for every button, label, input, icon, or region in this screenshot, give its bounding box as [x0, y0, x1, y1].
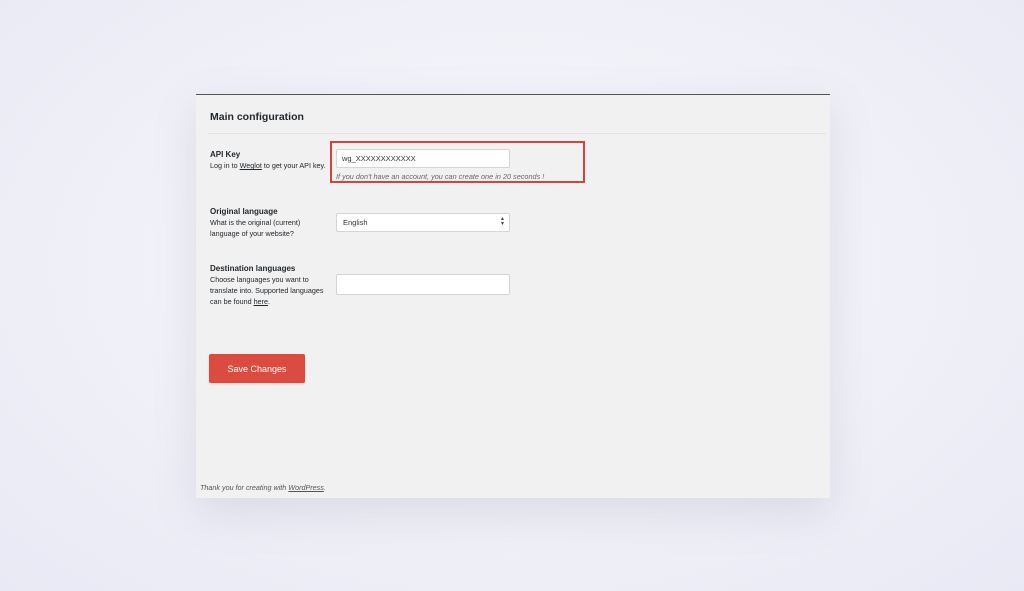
api-key-desc-before: Log in to — [210, 161, 240, 170]
section-title: Main configuration — [210, 111, 304, 123]
destination-languages-label-block: Destination languages Choose languages y… — [210, 263, 330, 307]
destination-languages-input[interactable] — [336, 274, 510, 295]
destination-languages-desc-after: . — [267, 297, 270, 306]
api-key-input[interactable] — [336, 149, 510, 168]
footer-text-after: . — [323, 483, 326, 492]
settings-panel: Main configuration API Key Log in to Weg… — [196, 94, 830, 498]
api-key-desc-after: to get your API key. — [261, 161, 326, 170]
destination-languages-label: Destination languages — [210, 264, 296, 273]
admin-footer: Thank you for creating with WordPress. — [200, 483, 326, 492]
supported-languages-link[interactable]: here — [254, 297, 268, 306]
original-language-label: Original language — [210, 207, 278, 216]
original-language-select[interactable]: English ▲ ▼ — [336, 213, 510, 232]
save-changes-button[interactable]: Save Changes — [209, 354, 305, 383]
original-language-selected: English — [343, 218, 368, 227]
api-key-hint: If you don't have an account, you can cr… — [336, 172, 545, 181]
api-key-label: API Key — [210, 150, 241, 159]
weglot-link[interactable]: Weglot — [240, 161, 262, 170]
original-language-label-block: Original language What is the original (… — [210, 206, 315, 239]
original-language-desc: What is the original (current) language … — [210, 218, 301, 238]
up-down-chevron-icon: ▲ ▼ — [500, 216, 505, 227]
footer-text-before: Thank you for creating with — [200, 483, 289, 492]
api-key-label-block: API Key Log in to Weglot to get your API… — [210, 149, 330, 171]
wordpress-link[interactable]: WordPress — [288, 483, 324, 492]
section-divider — [208, 133, 826, 134]
